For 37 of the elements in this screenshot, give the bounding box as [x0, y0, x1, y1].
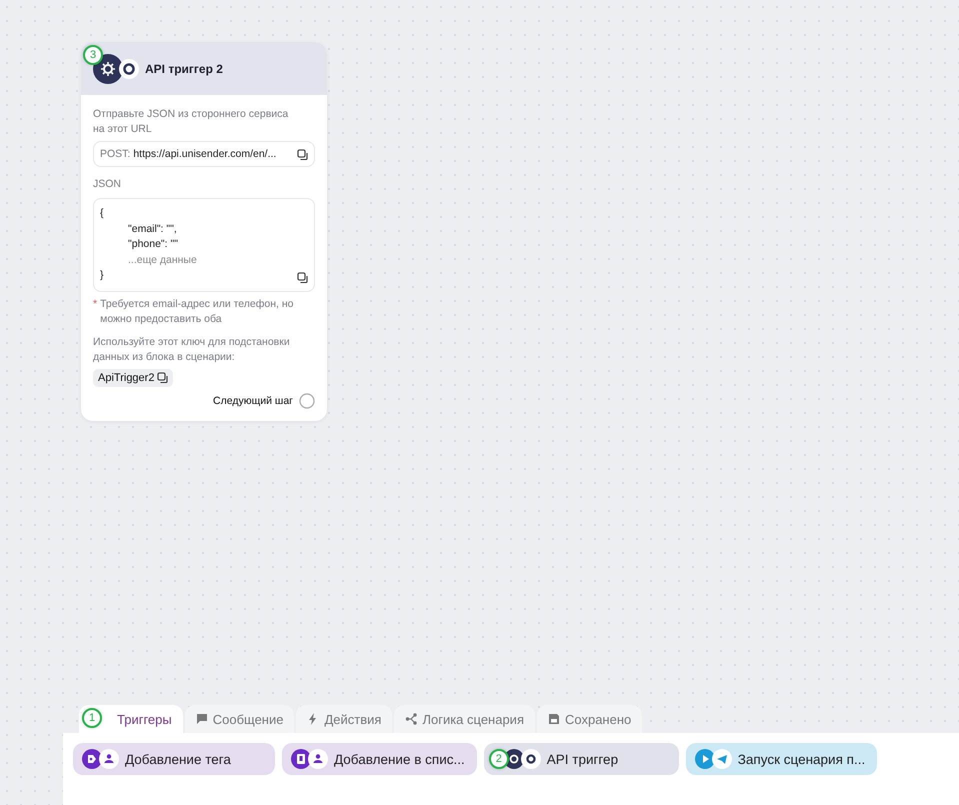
- step-number-badge: 3: [83, 45, 103, 65]
- block-chip[interactable]: Запуск сценария п...: [686, 743, 878, 775]
- copy-icon: [297, 272, 308, 282]
- required-mark: *: [93, 296, 98, 312]
- code-line: }: [100, 268, 104, 283]
- description-text: Отправьте JSON из стороннего сервиса на этот URL: [93, 107, 290, 137]
- copy-icon: [157, 372, 168, 383]
- chat-icon: [196, 713, 208, 725]
- person-icon: [99, 749, 119, 769]
- method-label: POST:: [100, 148, 130, 160]
- card-title: API триггер 2: [145, 62, 223, 76]
- block-chip[interactable]: Добавление тега: [73, 743, 275, 775]
- key-note: Используйте этот ключ для подстановки данных из блока в сценарии:: [93, 334, 291, 364]
- url-text: https://api.unisender.com/en/...: [133, 148, 276, 160]
- tab[interactable]: Действия: [296, 705, 392, 733]
- record-icon: [119, 58, 139, 78]
- tag-icon: [82, 749, 102, 769]
- code-line: "email": "",: [128, 222, 177, 236]
- connector-circle-icon: [299, 392, 315, 408]
- branch-icon: [405, 713, 418, 725]
- url-field[interactable]: POST: https://api.unisender.com/en/...: [93, 141, 315, 167]
- play-icon: [694, 749, 715, 769]
- record-icon: [520, 749, 541, 769]
- code-line: {: [100, 206, 104, 221]
- code-line: ...еще данные: [128, 252, 197, 268]
- key-chip[interactable]: ApiTrigger2: [93, 368, 174, 386]
- block-chip[interactable]: Добавление в спис...: [282, 743, 477, 775]
- tab[interactable]: Сообщение: [184, 705, 294, 733]
- tab[interactable]: Логика сценария: [394, 705, 535, 733]
- code-line: "phone": "": [128, 237, 178, 252]
- copy-icon: [297, 148, 308, 160]
- paper-plane-icon: [712, 749, 732, 769]
- person-icon: [308, 749, 328, 769]
- required-note: Требуется email-адрес или телефон, но можно предоставить оба: [100, 296, 295, 326]
- tab[interactable]: Сохранено: [537, 705, 642, 733]
- next-step-label: Следующий шаг: [213, 394, 293, 406]
- json-label: JSON: [93, 177, 122, 192]
